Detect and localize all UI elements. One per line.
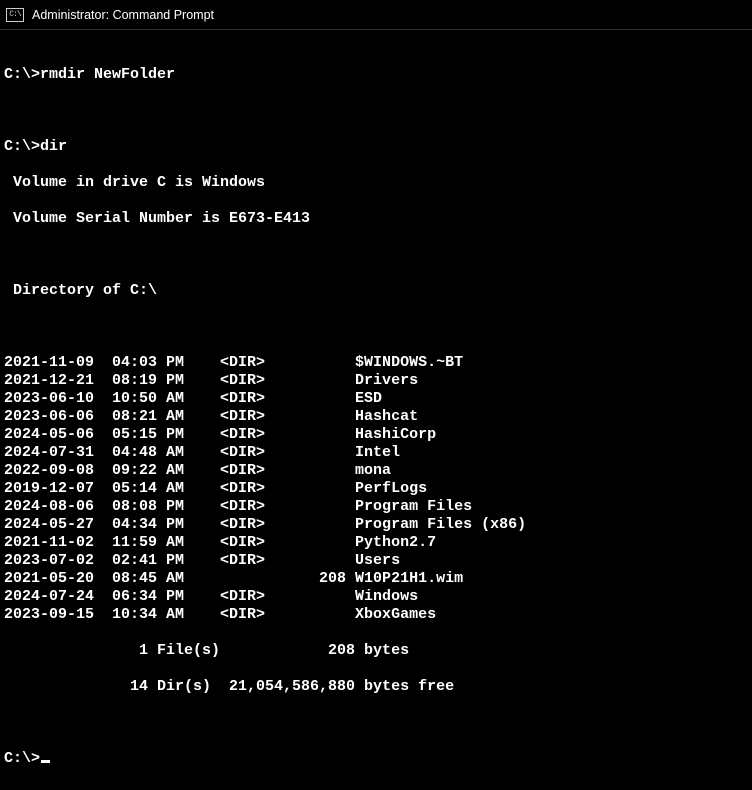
- dir-entry: 2024-07-31 04:48 AM <DIR> Intel: [4, 444, 748, 462]
- dir-listing: 2021-11-09 04:03 PM <DIR> $WINDOWS.~BT20…: [4, 354, 748, 624]
- window-title: Administrator: Command Prompt: [32, 8, 214, 22]
- summary-dirs: 14 Dir(s) 21,054,586,880 bytes free: [4, 678, 748, 696]
- cursor: [41, 760, 50, 763]
- titlebar[interactable]: C:\ Administrator: Command Prompt: [0, 0, 752, 30]
- dir-entry: 2023-06-06 08:21 AM <DIR> Hashcat: [4, 408, 748, 426]
- dir-entry: 2022-09-08 09:22 AM <DIR> mona: [4, 462, 748, 480]
- command-line-1: C:\>rmdir NewFolder: [4, 66, 748, 84]
- dir-entry: 2019-12-07 05:14 AM <DIR> PerfLogs: [4, 480, 748, 498]
- command-line-2: C:\>dir: [4, 138, 748, 156]
- prompt-line[interactable]: C:\>: [4, 750, 748, 768]
- dir-entry: 2024-05-27 04:34 PM <DIR> Program Files …: [4, 516, 748, 534]
- dir-entry: 2021-11-02 11:59 AM <DIR> Python2.7: [4, 534, 748, 552]
- dir-entry: 2021-11-09 04:03 PM <DIR> $WINDOWS.~BT: [4, 354, 748, 372]
- blank-line: [4, 318, 748, 336]
- dir-entry: 2024-08-06 08:08 PM <DIR> Program Files: [4, 498, 748, 516]
- dir-entry: 2021-12-21 08:19 PM <DIR> Drivers: [4, 372, 748, 390]
- cmd-icon: C:\: [6, 8, 24, 22]
- terminal-output[interactable]: C:\>rmdir NewFolder C:\>dir Volume in dr…: [0, 30, 752, 790]
- dir-entry: 2023-07-02 02:41 PM <DIR> Users: [4, 552, 748, 570]
- dir-entry: 2024-07-24 06:34 PM <DIR> Windows: [4, 588, 748, 606]
- directory-line: Directory of C:\: [4, 282, 748, 300]
- volume-line: Volume in drive C is Windows: [4, 174, 748, 192]
- blank-line: [4, 102, 748, 120]
- dir-entry: 2024-05-06 05:15 PM <DIR> HashiCorp: [4, 426, 748, 444]
- dir-entry: 2021-05-20 08:45 AM 208 W10P21H1.wim: [4, 570, 748, 588]
- summary-files: 1 File(s) 208 bytes: [4, 642, 748, 660]
- serial-line: Volume Serial Number is E673-E413: [4, 210, 748, 228]
- blank-line: [4, 714, 748, 732]
- dir-entry: 2023-09-15 10:34 AM <DIR> XboxGames: [4, 606, 748, 624]
- blank-line: [4, 246, 748, 264]
- dir-entry: 2023-06-10 10:50 AM <DIR> ESD: [4, 390, 748, 408]
